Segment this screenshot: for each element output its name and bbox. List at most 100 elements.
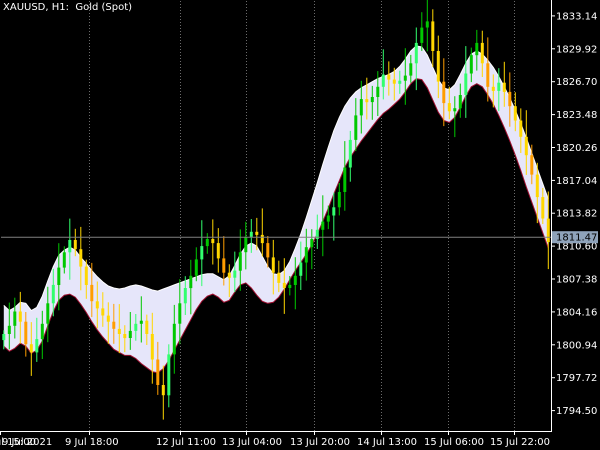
x-tick-label: 14 Jul 13:00: [357, 437, 417, 448]
candle: [161, 365, 165, 420]
candle-body: [200, 246, 204, 260]
candle-body: [403, 75, 407, 81]
candle-body: [51, 284, 55, 304]
candle: [332, 192, 336, 241]
candle-body: [172, 323, 176, 355]
candle-body: [321, 221, 325, 230]
candle-body: [101, 308, 105, 316]
candle-body: [365, 99, 369, 103]
candle-body: [46, 303, 50, 324]
candle-body: [304, 247, 308, 263]
x-tick-label: 15 Jul 06:00: [424, 437, 484, 448]
candle-body: [7, 325, 11, 334]
candle-body: [227, 272, 231, 278]
candle: [414, 27, 418, 91]
candle-body: [139, 320, 143, 324]
candle-body: [310, 239, 314, 248]
candle-body: [458, 95, 462, 109]
candle-body: [205, 239, 209, 247]
symbol-label: XAUUSD, H1: Gold (Spot): [3, 2, 133, 13]
candle: [403, 48, 407, 105]
candle-body: [24, 321, 28, 345]
candle-body: [35, 339, 39, 353]
candle-body: [387, 74, 391, 80]
x-tick-label: 15 Jul 22:00: [490, 437, 550, 448]
candle: [222, 236, 226, 286]
candle-body: [480, 42, 484, 64]
candle-body: [431, 21, 435, 51]
y-tick-label: 1800.94: [556, 340, 597, 351]
candle-body: [447, 103, 451, 112]
x-tick-label: 12 Jul 11:00: [156, 437, 216, 448]
candle-body: [178, 303, 182, 324]
candle-body: [123, 334, 127, 339]
candle-body: [189, 275, 193, 289]
candle-body: [90, 284, 94, 302]
y-tick-label: 1794.50: [556, 406, 597, 417]
candle: [464, 46, 468, 118]
candle-body: [425, 21, 429, 28]
envelope-band: [3, 45, 549, 374]
candle-body: [469, 55, 473, 74]
y-tick-label: 1807.38: [556, 275, 597, 286]
y-tick-label: 1804.16: [556, 307, 597, 318]
candle-body: [13, 311, 17, 326]
candle-body: [464, 73, 468, 95]
candle-body: [519, 120, 523, 137]
chart-canvas[interactable]: 1833.14 1829.92 1826.70 1823.48 1820.26 1817.…: [0, 0, 600, 450]
price-chart[interactable]: 1833.14 1829.92 1826.70 1823.48 1820.26 1817.…: [0, 0, 600, 450]
candle-body: [414, 42, 418, 64]
candle-body: [29, 344, 33, 353]
candle: [282, 258, 286, 314]
candle-body: [348, 139, 352, 168]
candle-body: [354, 115, 358, 140]
candle-body: [370, 97, 374, 103]
candle-body: [524, 136, 528, 156]
candle-body: [238, 252, 242, 271]
candle-body: [161, 385, 165, 396]
candle-body: [530, 155, 534, 175]
candle-body: [167, 354, 171, 396]
candle-body: [62, 252, 66, 268]
candle: [216, 228, 220, 273]
candle-body: [84, 266, 88, 285]
candle-body: [332, 207, 336, 216]
candle-body: [541, 197, 545, 219]
candle-body: [381, 74, 385, 87]
x-tick-label: 13 Jul 04:00: [222, 437, 282, 448]
candle-body: [57, 267, 61, 285]
candle-body: [233, 270, 237, 278]
candle-body: [288, 284, 292, 288]
x-tick-label: 9 Jul 18:00: [65, 437, 119, 448]
candle: [431, 9, 435, 68]
y-tick-label: 1826.70: [556, 77, 597, 88]
candle-body: [508, 91, 512, 107]
candle-body: [486, 63, 490, 87]
candle-body: [117, 328, 121, 334]
candle-body: [134, 323, 138, 331]
candle: [420, 12, 424, 51]
candle-body: [145, 320, 149, 334]
candle-body: [282, 282, 286, 288]
candle-body: [95, 301, 99, 309]
candle-body: [222, 258, 226, 273]
candle-body: [106, 315, 110, 322]
candle-body: [475, 42, 479, 56]
y-tick-label: 1813.82: [556, 209, 597, 220]
candle-body: [502, 82, 506, 92]
candle-body: [398, 80, 402, 84]
candle-body: [73, 240, 77, 250]
candle-body: [128, 330, 132, 338]
candle-body: [112, 321, 116, 329]
candle-body: [271, 257, 275, 273]
candle-body: [343, 167, 347, 192]
candle-body: [249, 231, 253, 237]
candle: [425, 0, 429, 52]
candle-body: [277, 272, 281, 283]
candle-body: [535, 174, 539, 198]
candle-body: [150, 334, 154, 360]
candle-body: [156, 359, 160, 385]
candle: [337, 183, 341, 216]
candle-body: [326, 215, 330, 222]
candle-body: [420, 27, 424, 43]
